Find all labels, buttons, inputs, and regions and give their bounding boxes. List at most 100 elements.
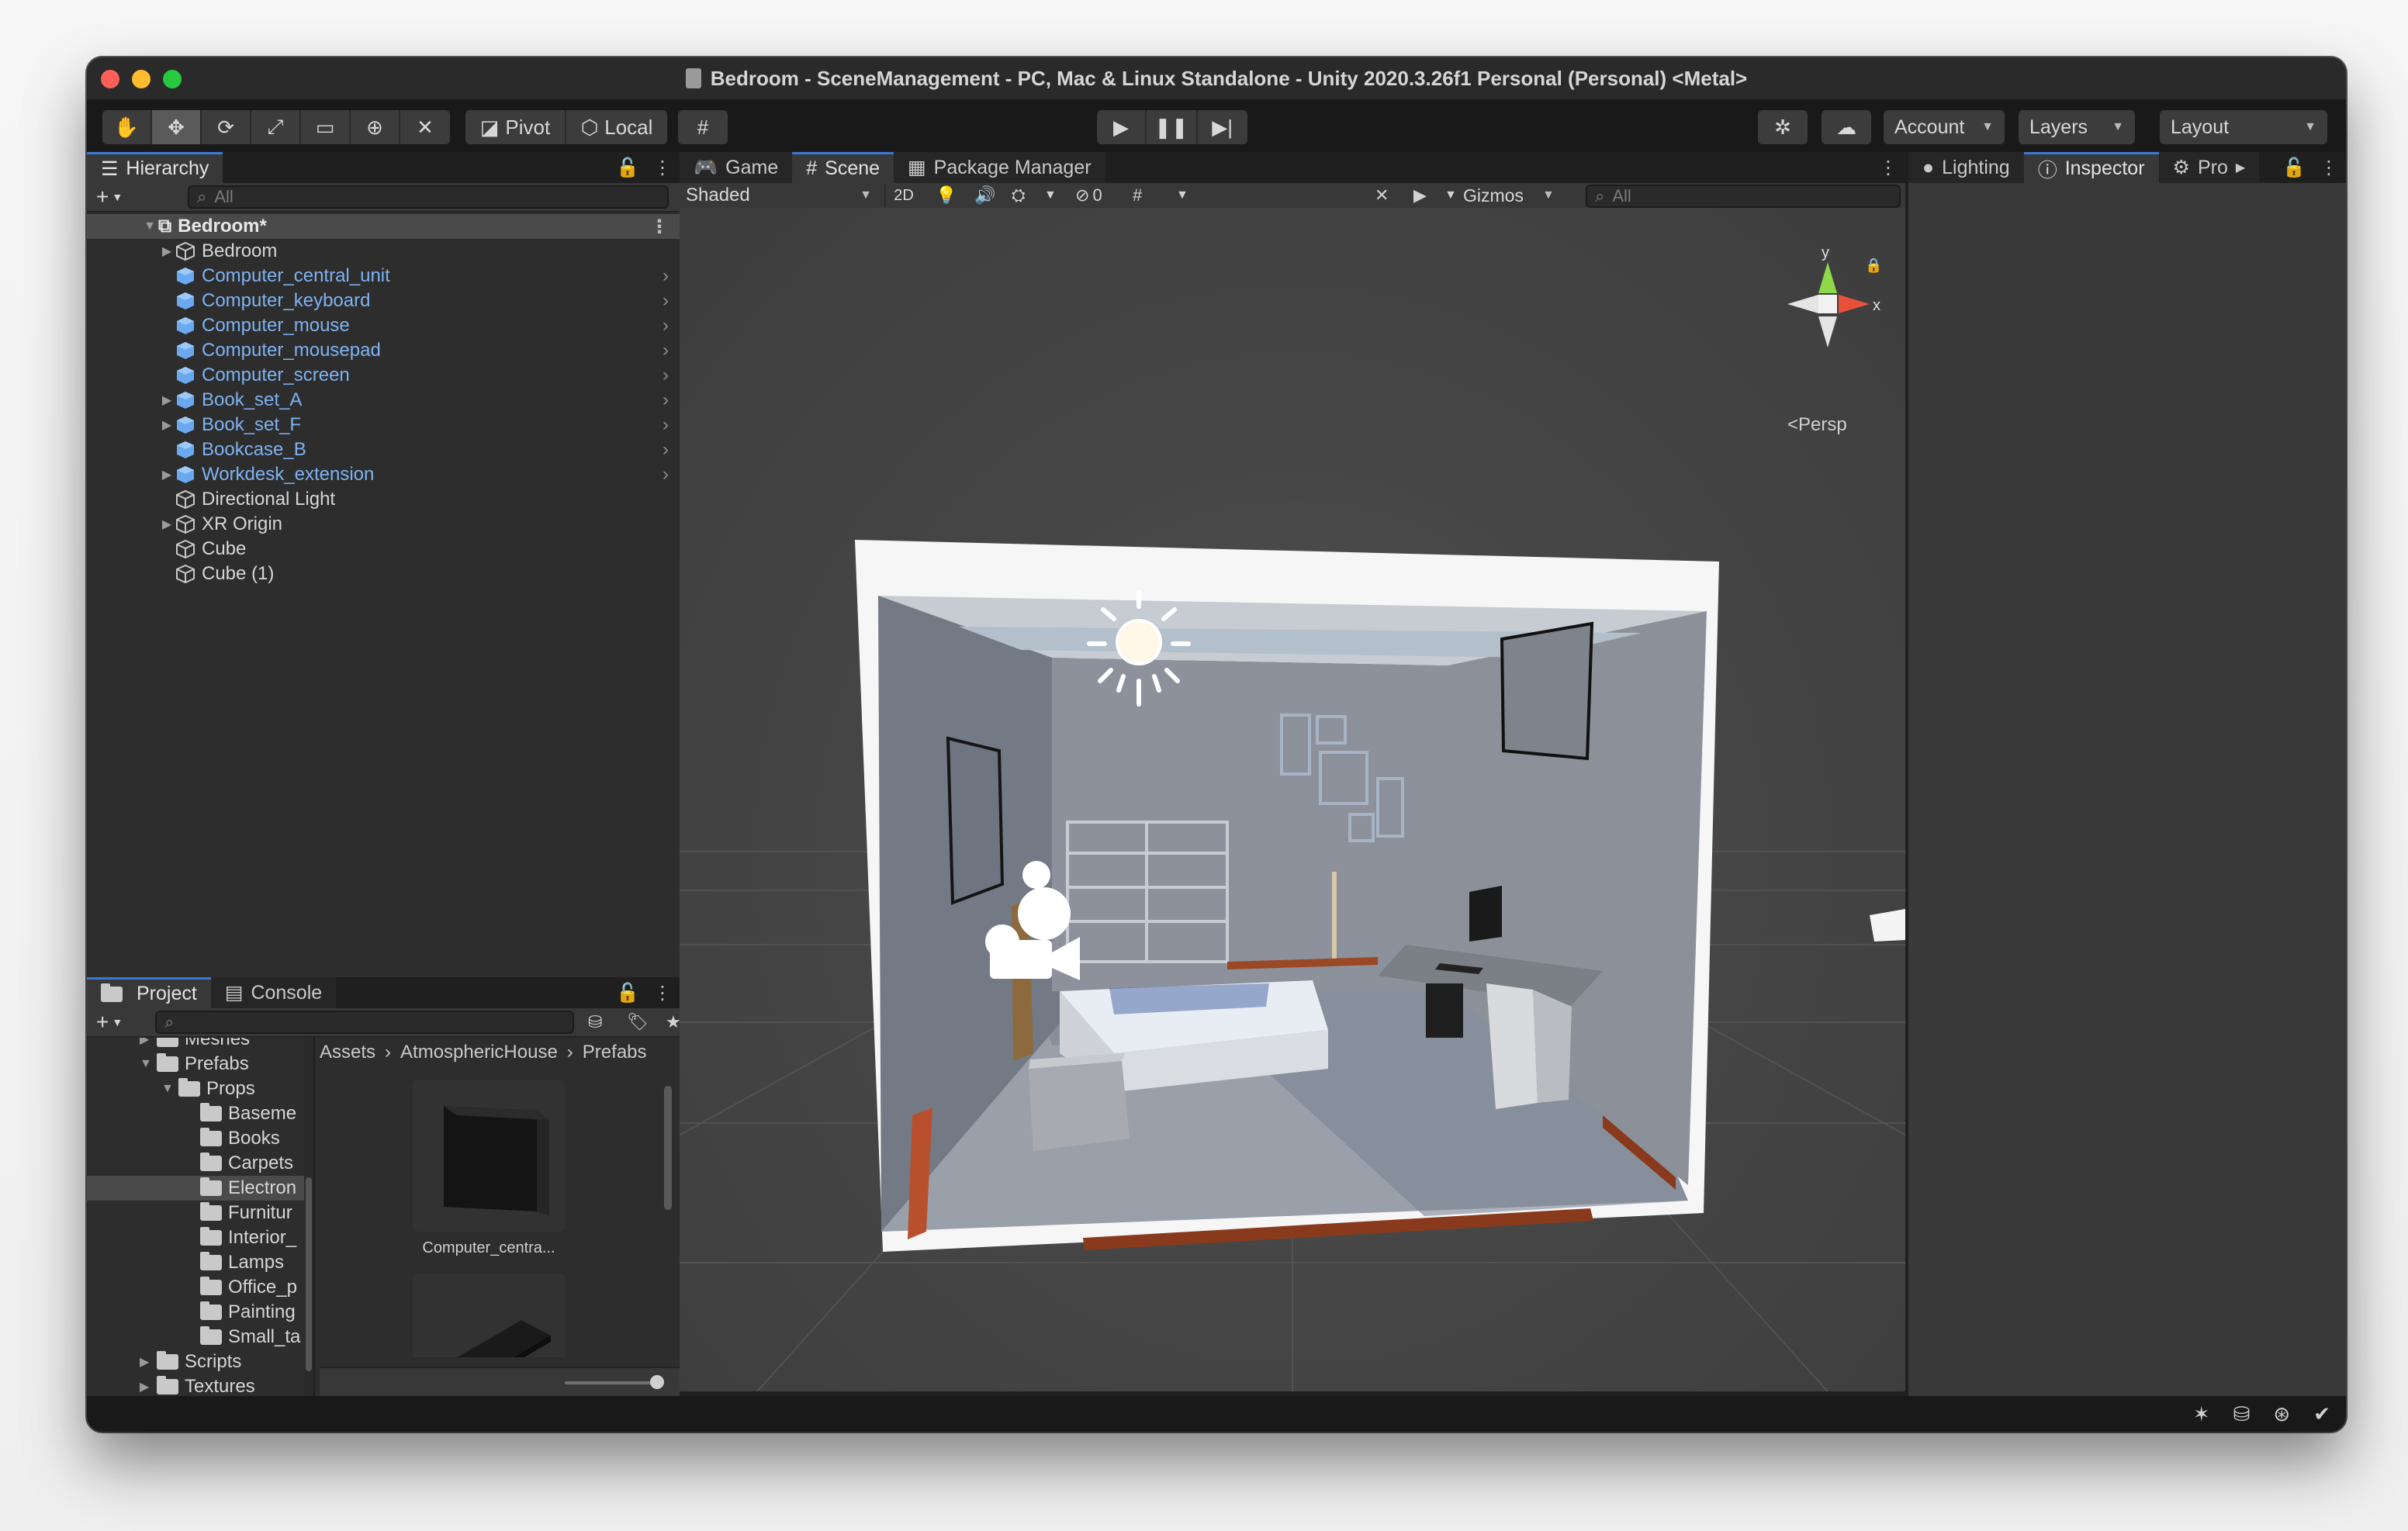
scrollbar-thumb[interactable] [306,1177,312,1371]
rotate-tool-icon[interactable]: ⟳ [202,110,251,144]
tab-hierarchy[interactable]: ☰ Hierarchy [87,152,223,183]
draw-mode-dropdown[interactable]: Shaded ▼ [686,184,872,207]
folder-tree-scrollbar[interactable] [304,1038,313,1396]
debug-icon[interactable]: ✶ [2193,1402,2210,1426]
pause-button-icon[interactable]: ❚❚ [1147,110,1198,144]
offscreen-object-gizmo[interactable] [1870,909,1905,942]
hierarchy-item[interactable]: Cube [87,537,680,562]
scene-search-input[interactable]: ⌕ All [1586,185,1901,208]
layout-dropdown[interactable]: Layout ▼ [2160,110,2327,144]
hierarchy-item[interactable]: ▶ Book_set_F › [87,413,680,437]
open-prefab-chevron-icon[interactable]: › [663,389,669,411]
hierarchy-item[interactable]: Directional Light [87,487,680,512]
x-axis-cone[interactable] [1839,295,1870,313]
project-folder-item[interactable]: Books [87,1126,312,1151]
expand-arrow-icon[interactable]: ▼ [161,1082,178,1096]
scene-viewport[interactable]: y x 🔒 <Persp [680,208,1905,1391]
gizmo-center-cube[interactable] [1818,295,1837,313]
lock-icon[interactable]: 🔓 [2282,157,2306,179]
open-prefab-chevron-icon[interactable]: › [663,414,669,436]
project-folder-item[interactable]: Lamps [87,1250,312,1275]
step-button-icon[interactable]: ▶| [1197,110,1247,144]
create-dropdown[interactable]: + ▼ [96,185,123,209]
grid-toggle-icon[interactable]: # [1133,185,1142,206]
hierarchy-item[interactable]: Computer_mousepad › [87,338,680,363]
filter-by-label-icon[interactable]: 🏷 [627,1012,649,1032]
expand-arrow-icon[interactable]: ▼ [140,1057,157,1071]
hierarchy-item[interactable]: ▶ Bedroom [87,239,680,264]
hierarchy-item[interactable]: Computer_screen › [87,363,680,388]
effects-toggle-icon[interactable]: ⛭ [1012,185,1026,206]
close-window-button[interactable] [101,70,119,88]
gizmo-lock-icon[interactable]: 🔒 [1865,257,1882,274]
hand-tool-icon[interactable]: ✋ [102,110,152,144]
grid-snap-icon[interactable]: # [678,110,728,144]
move-tool-icon[interactable]: ✥ [152,110,202,144]
expand-arrow-icon[interactable]: ▶ [158,244,175,259]
tab-scene[interactable]: # Scene [792,152,894,183]
project-folder-item[interactable]: Office_p [87,1275,312,1300]
lighting-toggle-icon[interactable]: 💡 [936,185,957,206]
expand-arrow-icon[interactable]: ▶ [140,1038,157,1047]
project-folder-item[interactable]: ▶ Scripts [87,1350,312,1374]
tab-lighting[interactable]: ● Lighting [1908,152,2024,183]
chevron-down-icon[interactable]: ▼ [1444,188,1457,202]
project-folder-item[interactable]: Furnitur [87,1201,312,1225]
cache-server-icon[interactable]: ⛁ [2233,1402,2251,1426]
breadcrumb-item[interactable]: Assets [320,1042,375,1063]
hierarchy-item[interactable]: Computer_keyboard › [87,289,680,313]
camera-icon[interactable]: ▶ [1413,185,1427,206]
project-folder-item[interactable]: Painting [87,1300,312,1325]
hidden-objects-toggle[interactable]: ⊘ 0 [1075,185,1102,206]
project-folder-item[interactable]: Electron [87,1176,312,1201]
asset-tile[interactable] [413,1274,565,1357]
project-folder-item[interactable]: Interior_ [87,1225,312,1250]
neg-y-axis-cone[interactable] [1818,316,1837,347]
check-icon[interactable]: ✔ [2313,1402,2330,1426]
play-button-icon[interactable]: ▶ [1097,110,1147,144]
project-search-input[interactable]: ⌕ [155,1011,574,1034]
gizmos-dropdown[interactable]: Gizmos ▼ [1463,184,1572,207]
hierarchy-search-input[interactable]: ⌕ All [188,185,669,209]
tab-project[interactable]: Project [87,977,211,1008]
breadcrumb-item[interactable]: AtmosphericHouse [400,1042,558,1063]
tab-inspector[interactable]: ⓘ Inspector [2023,152,2159,183]
custom-tool-icon[interactable]: ✕ [400,110,450,144]
layers-dropdown[interactable]: Layers ▼ [2019,110,2135,144]
favorites-star-icon[interactable]: ★ [666,1012,680,1032]
tab-package-manager[interactable]: ▦ Package Manager [894,152,1105,183]
account-dropdown[interactable]: Account ▼ [1884,110,2005,144]
slider-handle[interactable] [650,1375,664,1389]
tab-console[interactable]: ▤ Console [210,977,337,1008]
transform-tool-icon[interactable]: ⊕ [351,110,400,144]
filter-by-type-icon[interactable]: ⛁ [588,1012,602,1032]
open-prefab-chevron-icon[interactable]: › [663,464,669,486]
create-asset-dropdown[interactable]: + ▼ [96,1010,123,1035]
minimize-window-button[interactable] [132,70,150,88]
expand-arrow-icon[interactable]: ▶ [140,1354,157,1370]
tab-game[interactable]: 🎮 Game [680,152,793,183]
more-options-icon[interactable]: ⋮ [653,982,672,1004]
project-folder-item[interactable]: Baseme [87,1101,312,1126]
expand-arrow-icon[interactable]: ▶ [158,467,175,482]
hierarchy-item[interactable]: ▶ XR Origin [87,512,680,537]
neg-x-axis-cone[interactable] [1787,295,1818,313]
expand-arrow-icon[interactable]: ▶ [140,1379,157,1394]
scene-root-row[interactable]: ▼ ⧉ Bedroom* ⋮ [87,214,680,239]
scale-tool-icon[interactable]: ⤢ [251,110,301,144]
project-folder-item[interactable]: ▶ Meshes [87,1038,312,1052]
hierarchy-item[interactable]: Cube (1) [87,562,680,586]
pivot-button[interactable]: ◪ Pivot [465,110,566,144]
y-axis-cone[interactable] [1818,262,1837,293]
lock-icon[interactable]: 🔓 [616,157,639,179]
rect-tool-icon[interactable]: ▭ [301,110,351,144]
scene-menu-icon[interactable]: ⋮ [650,216,669,238]
open-prefab-chevron-icon[interactable]: › [663,265,669,287]
cloud-icon[interactable]: ☁ [1822,110,1871,144]
hierarchy-item[interactable]: ▶ Workdesk_extension › [87,462,680,487]
tab-project-settings[interactable]: ⚙ Pro ▶ [2158,152,2260,183]
open-prefab-chevron-icon[interactable]: › [663,290,669,312]
project-folder-item[interactable]: ▼ Prefabs [87,1052,312,1077]
project-folder-item[interactable]: Small_ta [87,1325,312,1350]
2d-toggle[interactable]: 2D [884,184,922,207]
